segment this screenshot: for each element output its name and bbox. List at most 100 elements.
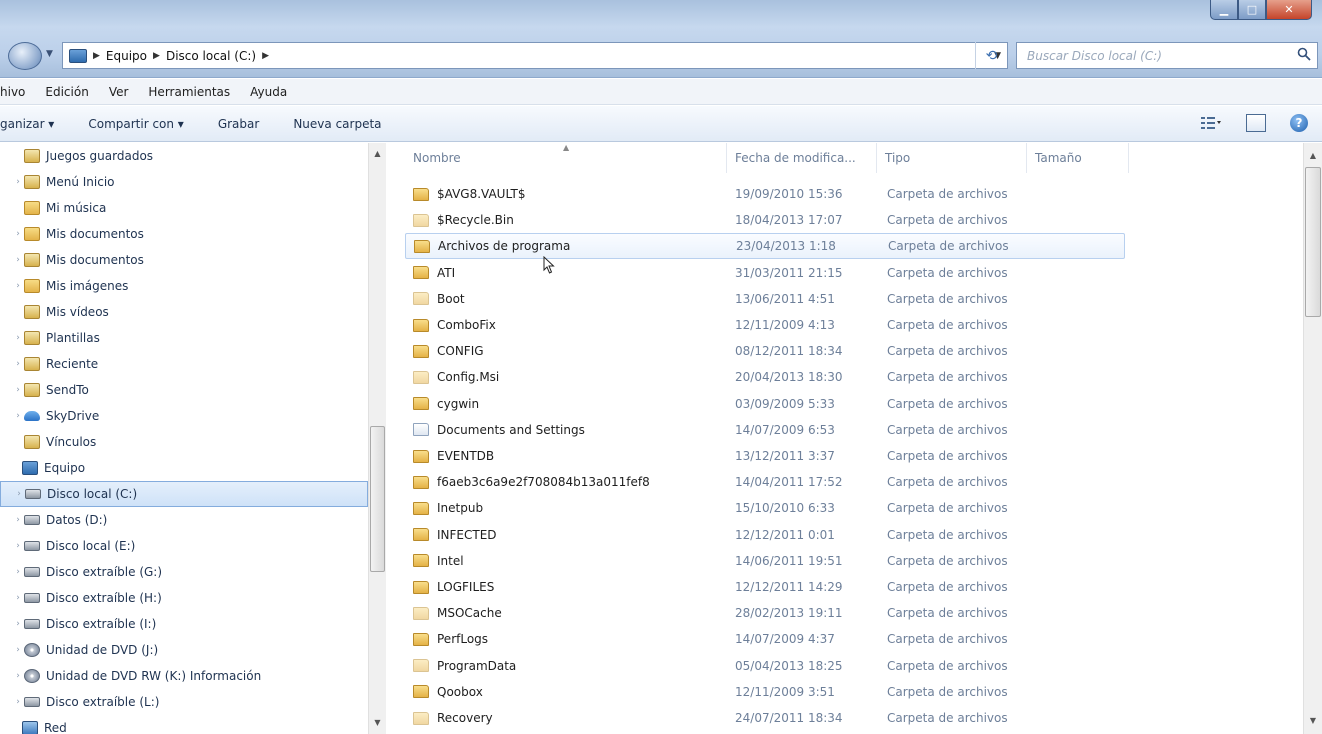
- expand-arrow-icon[interactable]: ›: [12, 177, 24, 187]
- breadcrumb-separator-icon[interactable]: ▶: [93, 51, 100, 61]
- expand-arrow-icon[interactable]: ›: [12, 229, 24, 239]
- column-header-type[interactable]: Tipo: [877, 143, 1027, 173]
- expand-arrow-icon[interactable]: ›: [12, 359, 24, 369]
- file-row[interactable]: MSOCache 28/02/2013 19:11 Carpeta de archi…: [405, 600, 1125, 626]
- scrollbar-thumb[interactable]: [370, 426, 385, 572]
- menu-ver[interactable]: Ver: [99, 85, 139, 99]
- nav-item[interactable]: › Mis documentos: [0, 221, 368, 247]
- recent-pages-dropdown[interactable]: ▼: [46, 49, 53, 59]
- file-row[interactable]: Boot 13/06/2011 4:51 Carpeta de archivos: [405, 286, 1125, 312]
- menu-ayuda[interactable]: Ayuda: [240, 85, 297, 99]
- file-row[interactable]: ComboFix 12/11/2009 4:13 Carpeta de archiv…: [405, 312, 1125, 338]
- file-row[interactable]: CONFIG 08/12/2011 18:34 Carpeta de archivo…: [405, 338, 1125, 364]
- nav-item[interactable]: › Datos (D:): [0, 507, 368, 533]
- expand-arrow-icon[interactable]: ›: [13, 489, 25, 499]
- file-row[interactable]: PerfLogs 14/07/2009 4:37 Carpeta de archiv…: [405, 626, 1125, 652]
- file-row[interactable]: ATI 31/03/2011 21:15 Carpeta de archivos: [405, 260, 1125, 286]
- organize-button[interactable]: ganizar ▾: [0, 117, 54, 131]
- burn-button[interactable]: Grabar: [218, 117, 260, 131]
- file-row[interactable]: INFECTED 12/12/2011 0:01 Carpeta de archiv…: [405, 522, 1125, 548]
- share-with-button[interactable]: Compartir con ▾: [88, 117, 183, 131]
- breadcrumb-disco-local[interactable]: Disco local (C:): [166, 49, 256, 63]
- nav-item[interactable]: Red: [0, 715, 368, 734]
- expand-arrow-icon[interactable]: ›: [12, 333, 24, 343]
- menu-herramientas[interactable]: Herramientas: [138, 85, 240, 99]
- nav-item[interactable]: › Mis documentos: [0, 247, 368, 273]
- nav-item[interactable]: › Disco extraíble (I:): [0, 611, 368, 637]
- file-row[interactable]: Config.Msi 20/04/2013 18:30 Carpeta de arc…: [405, 364, 1125, 390]
- nav-item[interactable]: Mis vídeos: [0, 299, 368, 325]
- menu-archivo[interactable]: hivo: [0, 85, 35, 99]
- refresh-button[interactable]: ⟲: [975, 42, 1007, 69]
- breadcrumb-equipo[interactable]: Equipo: [106, 49, 147, 63]
- file-row[interactable]: ProgramData 05/04/2013 18:25 Carpeta de ar…: [405, 653, 1125, 679]
- nav-item[interactable]: Juegos guardados: [0, 143, 368, 169]
- search-input[interactable]: Buscar Disco local (C:): [1016, 42, 1318, 69]
- expand-arrow-icon[interactable]: ›: [12, 541, 24, 551]
- file-row[interactable]: cygwin 03/09/2009 5:33 Carpeta de archivos: [405, 391, 1125, 417]
- nav-item[interactable]: › Disco extraíble (L:): [0, 689, 368, 715]
- scrollbar-thumb[interactable]: [1305, 167, 1321, 317]
- nav-item[interactable]: › SendTo: [0, 377, 368, 403]
- nav-item[interactable]: Equipo: [0, 455, 368, 481]
- file-row[interactable]: Recovery 24/07/2011 18:34 Carpeta de archi…: [405, 705, 1125, 731]
- close-button[interactable]: ✕: [1266, 0, 1312, 20]
- expand-arrow-icon[interactable]: ›: [12, 385, 24, 395]
- file-row[interactable]: LOGFILES 12/12/2011 14:29 Carpeta de archi…: [405, 574, 1125, 600]
- file-row[interactable]: Intel 14/06/2011 19:51 Carpeta de archivos: [405, 548, 1125, 574]
- file-row[interactable]: EVENTDB 13/12/2011 3:37 Carpeta de archivo…: [405, 443, 1125, 469]
- file-row[interactable]: $Recycle.Bin 18/04/2013 17:07 Carpeta de a…: [405, 207, 1125, 233]
- menu-edicion[interactable]: Edición: [35, 85, 98, 99]
- nav-item[interactable]: › Menú Inicio: [0, 169, 368, 195]
- back-button[interactable]: [8, 42, 42, 70]
- scroll-down-arrow-icon[interactable]: ▼: [369, 714, 386, 730]
- breadcrumb-separator-icon[interactable]: ▶: [262, 51, 269, 61]
- nav-item[interactable]: › SkyDrive: [0, 403, 368, 429]
- expand-arrow-icon[interactable]: ›: [12, 567, 24, 577]
- expand-arrow-icon[interactable]: ›: [12, 645, 24, 655]
- expand-arrow-icon[interactable]: ›: [12, 255, 24, 265]
- column-header-name[interactable]: Nombre: [405, 143, 727, 173]
- navigation-scrollbar[interactable]: ▲ ▼: [368, 143, 386, 734]
- nav-item[interactable]: Vínculos: [0, 429, 368, 455]
- expand-arrow-icon[interactable]: ›: [12, 281, 24, 291]
- file-row[interactable]: Documents and Settings 14/07/2009 6:53 Car…: [405, 417, 1125, 443]
- nav-item[interactable]: › Disco extraíble (H:): [0, 585, 368, 611]
- expand-arrow-icon[interactable]: ›: [12, 619, 24, 629]
- search-icon[interactable]: [1297, 47, 1311, 61]
- expand-arrow-icon[interactable]: ›: [12, 515, 24, 525]
- breadcrumb-separator-icon[interactable]: ▶: [153, 51, 160, 61]
- column-header-size[interactable]: Tamaño: [1027, 143, 1129, 173]
- scroll-up-arrow-icon[interactable]: ▲: [1304, 147, 1322, 163]
- nav-item[interactable]: › Disco local (C:): [0, 481, 368, 507]
- nav-item[interactable]: › Unidad de DVD RW (K:) Información: [0, 663, 368, 689]
- change-view-icon[interactable]: [1200, 115, 1222, 131]
- nav-item[interactable]: › Mis imágenes: [0, 273, 368, 299]
- nav-item-label: Mis documentos: [46, 227, 144, 241]
- help-icon[interactable]: ?: [1290, 114, 1308, 132]
- maximize-button[interactable]: □: [1238, 0, 1266, 20]
- file-row[interactable]: Qoobox 12/11/2009 3:51 Carpeta de archivos: [405, 679, 1125, 705]
- file-row[interactable]: f6aeb3c6a9e2f708084b13a011fef8 14/04/2011…: [405, 469, 1125, 495]
- nav-item[interactable]: › Plantillas: [0, 325, 368, 351]
- nav-item[interactable]: › Unidad de DVD (J:): [0, 637, 368, 663]
- address-bar[interactable]: ▶ Equipo ▶ Disco local (C:) ▶ ▼: [62, 42, 1008, 69]
- expand-arrow-icon[interactable]: ›: [12, 411, 24, 421]
- expand-arrow-icon[interactable]: ›: [12, 593, 24, 603]
- column-header-date[interactable]: Fecha de modifica...: [727, 143, 877, 173]
- nav-item[interactable]: Mi música: [0, 195, 368, 221]
- file-row[interactable]: Inetpub 15/10/2010 6:33 Carpeta de archivo…: [405, 495, 1125, 521]
- new-folder-button[interactable]: Nueva carpeta: [293, 117, 381, 131]
- scroll-down-arrow-icon[interactable]: ▼: [1304, 712, 1322, 728]
- preview-pane-icon[interactable]: [1246, 114, 1266, 132]
- scroll-up-arrow-icon[interactable]: ▲: [369, 145, 386, 161]
- file-row[interactable]: $AVG8.VAULT$ 19/09/2010 15:36 Carpeta de a…: [405, 181, 1125, 207]
- nav-item[interactable]: › Disco local (E:): [0, 533, 368, 559]
- minimize-button[interactable]: ▁: [1210, 0, 1238, 20]
- file-row[interactable]: Archivos de programa 23/04/2013 1:18 Carpe…: [405, 233, 1125, 260]
- expand-arrow-icon[interactable]: ›: [12, 671, 24, 681]
- nav-item[interactable]: › Disco extraíble (G:): [0, 559, 368, 585]
- file-list-scrollbar[interactable]: ▲ ▼: [1303, 143, 1322, 734]
- expand-arrow-icon[interactable]: ›: [12, 697, 24, 707]
- nav-item[interactable]: › Reciente: [0, 351, 368, 377]
